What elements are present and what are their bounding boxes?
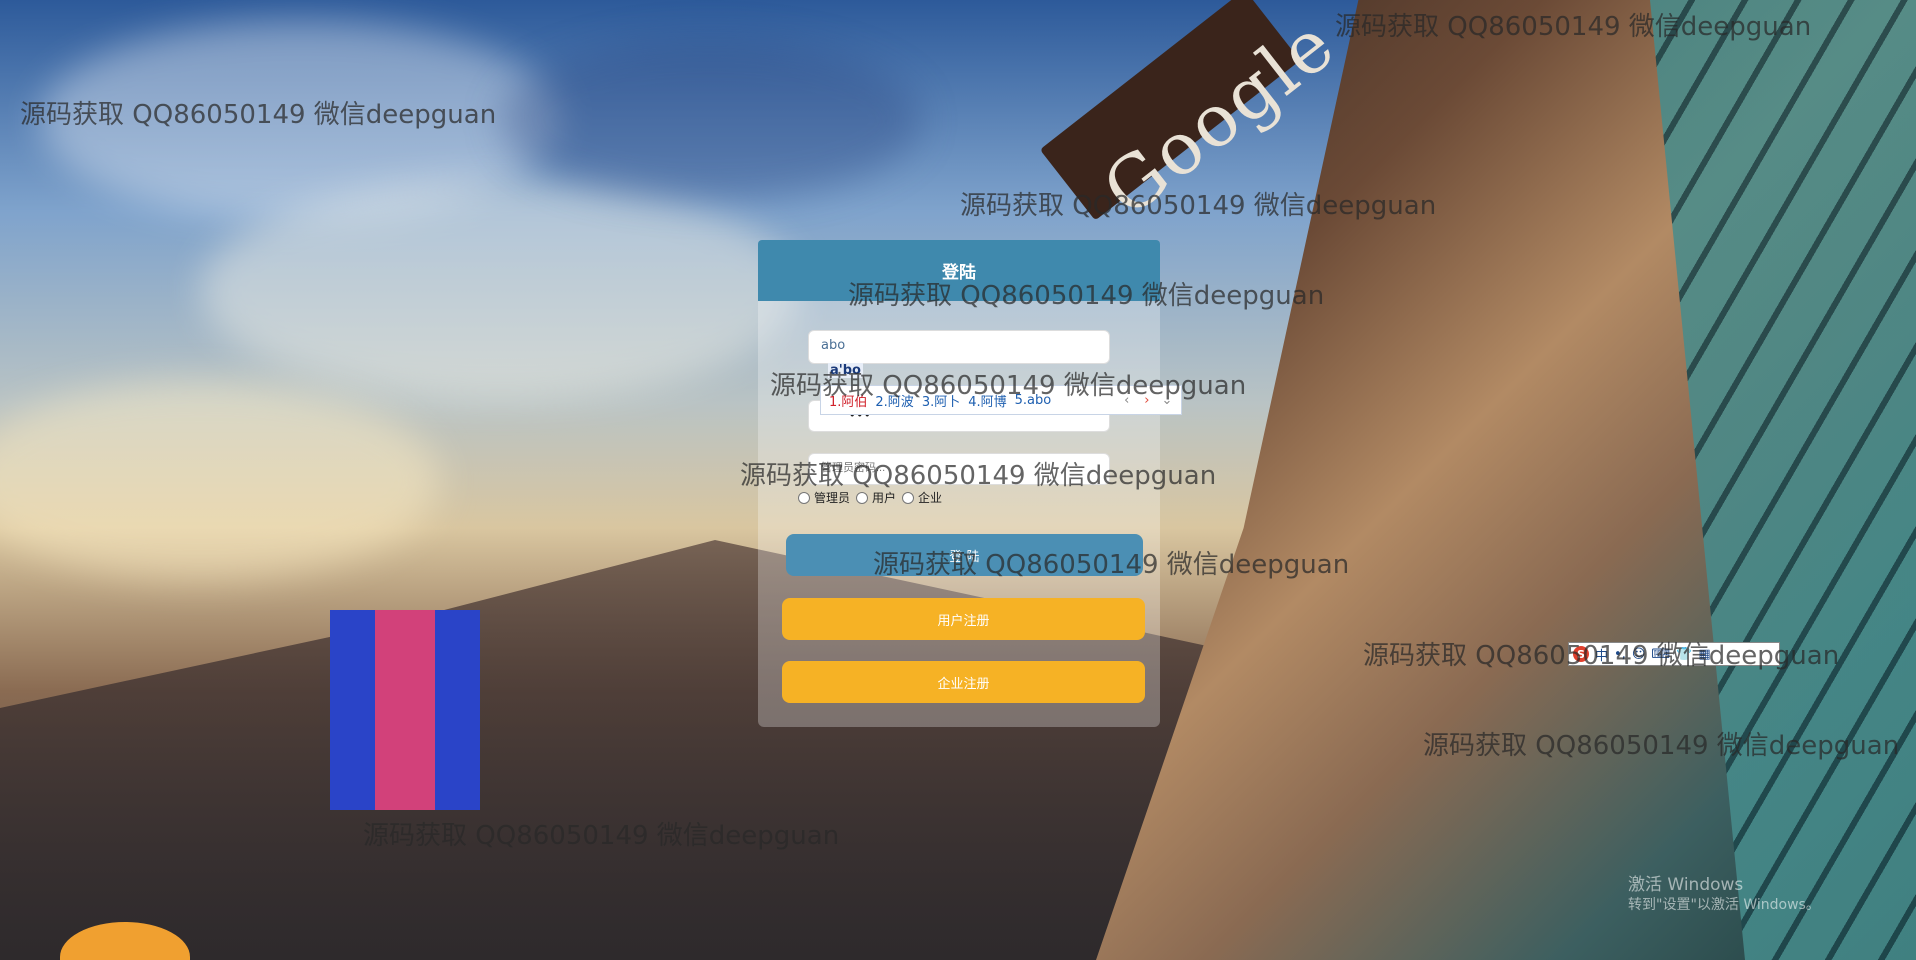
ime-keyboard-icon[interactable]: ⌨ <box>1651 647 1670 662</box>
login-button[interactable]: 登 陆 <box>786 534 1143 576</box>
role-enterprise-radio[interactable] <box>902 491 915 504</box>
username-field[interactable] <box>808 330 1110 364</box>
role-admin[interactable]: 管理员 <box>798 489 850 506</box>
ime-toolbox-icon[interactable]: ▦ <box>1698 647 1710 662</box>
user-register-button[interactable]: 用户注册 <box>782 598 1145 640</box>
ime-candidate-bar: 1.阿伯 2.阿波 3.阿卜 4.阿博 5.abo ‹ › ⌄ <box>820 385 1182 415</box>
username-input[interactable] <box>819 337 1103 354</box>
login-panel: 登陆 ••• 管理员 用户 企业 登 陆 用户注册 企业注册 <box>758 240 1160 727</box>
ime-candidate[interactable]: 4.阿博 <box>968 391 1006 410</box>
admin-password-input[interactable] <box>819 461 1073 475</box>
windows-activation-notice: 激活 Windows 转到"设置"以激活 Windows。 <box>1628 874 1820 914</box>
chevron-down-icon[interactable]: ⌄ <box>1159 393 1175 408</box>
role-enterprise-label: 企业 <box>918 491 943 505</box>
ime-skin-icon[interactable]: 👕 <box>1676 647 1692 662</box>
role-enterprise[interactable]: 企业 <box>902 489 942 506</box>
ime-emoji-icon[interactable]: ☺ <box>1632 647 1646 662</box>
role-user-radio[interactable] <box>856 491 869 504</box>
ime-mode-icon[interactable]: 中 <box>1595 645 1608 664</box>
role-selector: 管理员 用户 企业 <box>798 489 942 506</box>
ime-logo-icon[interactable]: S <box>1573 646 1589 662</box>
enterprise-register-button[interactable]: 企业注册 <box>782 661 1145 703</box>
ime-candidate[interactable]: 2.阿波 <box>875 391 913 410</box>
prev-page-icon[interactable]: ‹ <box>1119 393 1135 408</box>
role-user-label: 用户 <box>872 491 897 505</box>
login-title: 登陆 <box>758 240 1160 301</box>
ime-status-bar[interactable]: S 中 •, ☺ ⌨ 👕 ▦ <box>1568 642 1780 666</box>
ime-candidate[interactable]: 5.abo <box>1015 393 1052 408</box>
next-page-icon[interactable]: › <box>1139 393 1155 408</box>
ime-page-controls: ‹ › ⌄ <box>1119 393 1175 408</box>
activation-title: 激活 Windows <box>1628 875 1744 895</box>
admin-password-field[interactable] <box>808 453 1110 485</box>
ime-composition: a'bo <box>828 363 863 378</box>
role-user[interactable]: 用户 <box>856 489 896 506</box>
role-admin-label: 管理员 <box>814 491 851 505</box>
role-admin-radio[interactable] <box>798 491 810 504</box>
ime-candidate[interactable]: 1.阿伯 <box>829 391 867 410</box>
activation-hint: 转到"设置"以激活 Windows。 <box>1628 897 1820 914</box>
ime-candidate[interactable]: 3.阿卜 <box>922 391 960 410</box>
ime-punctuation-icon[interactable]: •, <box>1614 647 1626 662</box>
